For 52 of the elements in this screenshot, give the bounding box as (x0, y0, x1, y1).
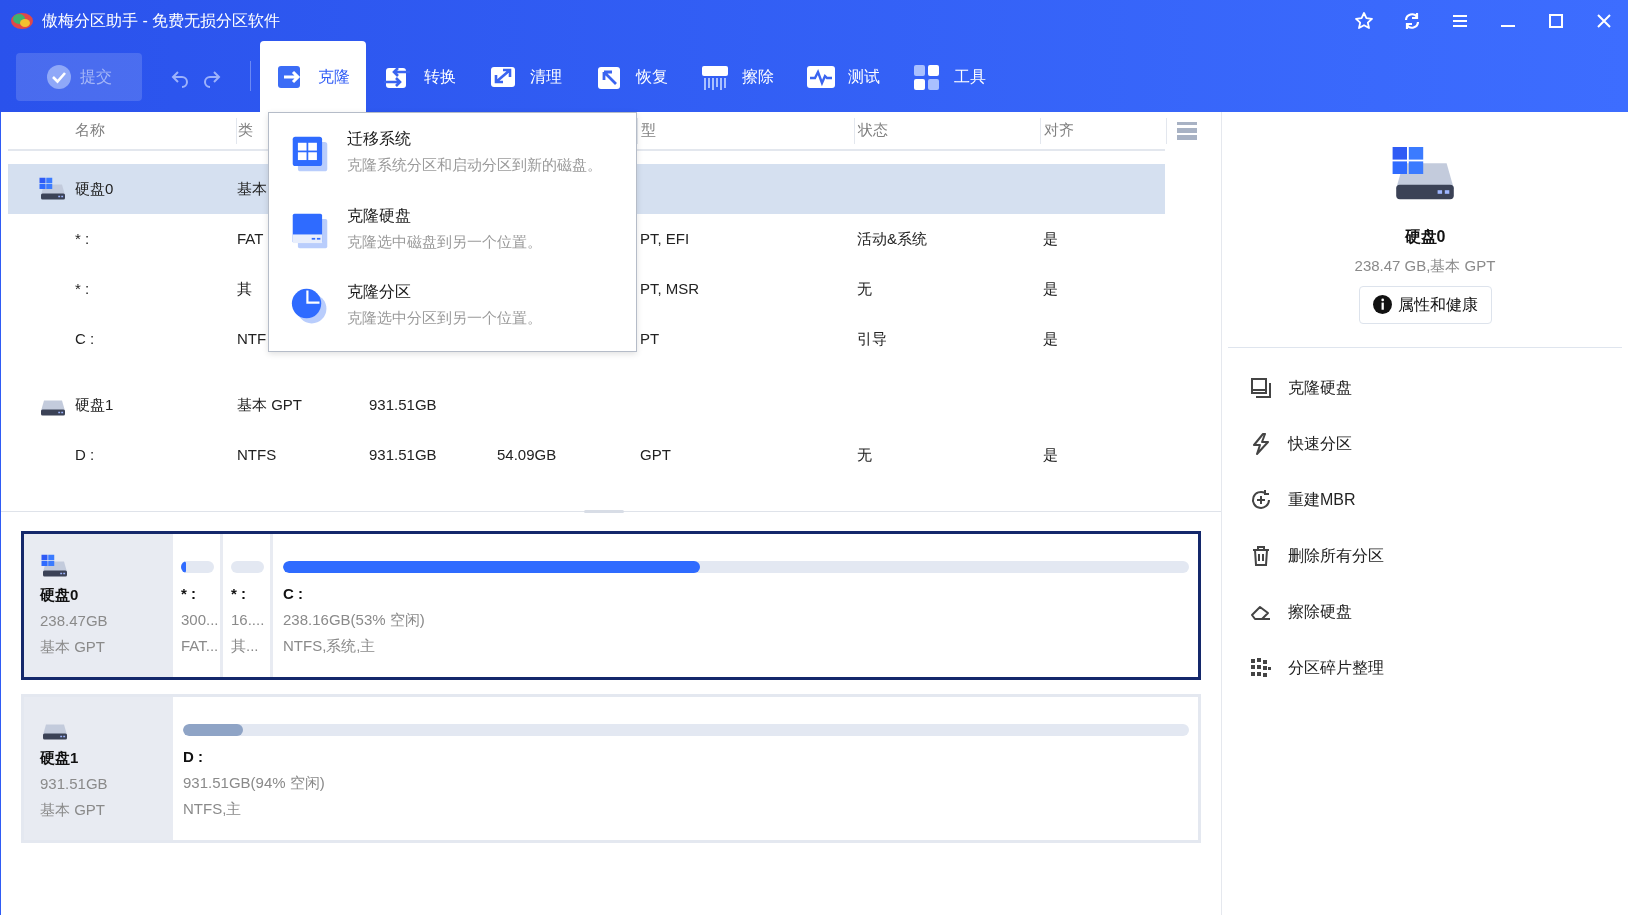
menu-item-title: 克隆硬盘 (347, 205, 412, 226)
disk-size: 931.51GB (40, 774, 109, 794)
table-cell-text: NTFS (237, 444, 277, 465)
table-cell-text: * : (75, 278, 90, 299)
partition-label: * : (181, 584, 197, 604)
partition-info: NTFS,系统,主 (283, 636, 377, 656)
table-cell-text: D : (75, 444, 95, 465)
partition-info: NTFS,主 (183, 799, 243, 819)
table-cell-text: 硬盘1 (75, 394, 114, 415)
table-cell-text: 无 (857, 444, 872, 465)
partition-size: 238.16GB(53% 空闲) (283, 610, 426, 630)
disk-name: 硬盘1 (40, 748, 80, 768)
table-cell-text: 931.51GB (369, 444, 437, 465)
table-cell-text: 54.09GB (497, 444, 557, 465)
table-cell-text: 是 (1043, 328, 1058, 349)
table-cell-text: 是 (1043, 444, 1058, 465)
window-title: 傲梅分区助手 - 免费无损分区软件 (42, 10, 281, 31)
table-cell-text: 其 (237, 278, 252, 299)
partition-size: 16.... (231, 610, 264, 630)
menu-item-description: 克隆选中分区到另一个位置。 (347, 308, 542, 329)
partition-label: C : (283, 584, 304, 604)
disk-name: 硬盘0 (40, 585, 80, 605)
table-cell-text: 活动&系统 (857, 228, 927, 249)
table-cell-text: C : (75, 328, 95, 349)
disk-summary: 238.47 GB,基本 GPT (1354, 256, 1496, 276)
partition-label: D : (183, 747, 204, 767)
table-cell-text: NTF (237, 328, 267, 349)
menu-item-description: 克隆选中磁盘到另一个位置。 (347, 231, 542, 252)
table-cell-text: PT (640, 328, 660, 349)
table-cell-text: 是 (1043, 228, 1058, 249)
table-cell-text: * : (75, 228, 90, 249)
partition-info: 其... (231, 636, 260, 656)
disk-type: 基本 GPT (40, 800, 106, 820)
disk-size: 238.47GB (40, 611, 109, 631)
partition-size: 931.51GB(94% 空闲) (183, 773, 326, 793)
menu-item-title: 克隆分区 (347, 282, 412, 303)
table-cell-text: FAT (237, 228, 264, 249)
table-cell-text: 基本 GPT (237, 394, 302, 415)
table-cell-text: 引导 (857, 328, 887, 349)
table-cell-text: 是 (1043, 278, 1058, 299)
table-cell-text: GPT (640, 444, 671, 465)
table-cell-text: 931.51GB (369, 394, 437, 415)
table-cell-text: 无 (857, 278, 872, 299)
table-cell-text: 基本 (237, 178, 267, 199)
partition-label: * : (231, 584, 247, 604)
table-cell-text: PT, EFI (640, 228, 690, 249)
table-cell-text: 硬盘0 (75, 178, 114, 199)
table-cell-text: PT, MSR (640, 278, 700, 299)
disk-name: 硬盘0 (1404, 227, 1446, 247)
disk-type: 基本 GPT (40, 637, 106, 657)
menu-item-title: 迁移系统 (347, 129, 412, 149)
menu-item-description: 克隆系统分区和启动分区到新的磁盘。 (347, 155, 602, 175)
